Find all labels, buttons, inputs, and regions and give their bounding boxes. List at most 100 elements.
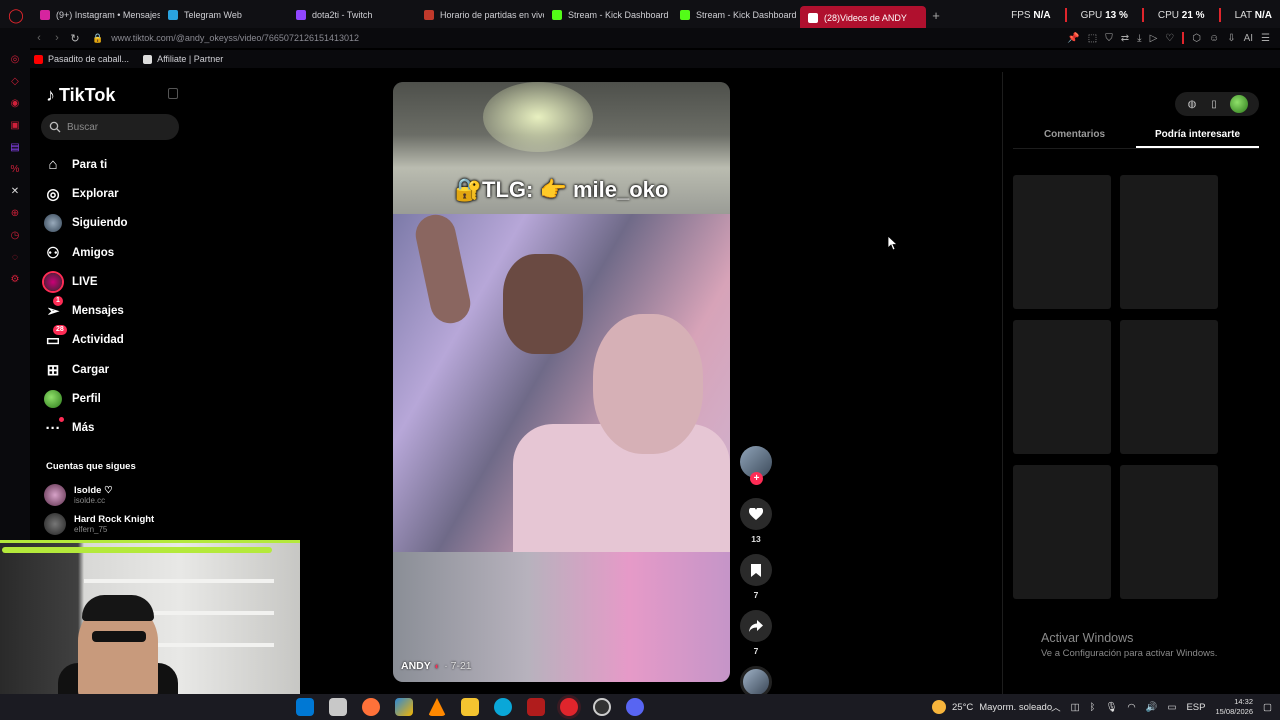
collapse-sidebar-icon[interactable] — [168, 88, 178, 99]
nav-item-cargar[interactable]: ⊞ Cargar — [44, 355, 128, 384]
battery-icon[interactable]: ▭ — [1167, 702, 1176, 713]
video-placeholder[interactable] — [1013, 465, 1111, 599]
snapshot-icon[interactable]: ⬚ — [1088, 33, 1097, 44]
language-indicator[interactable]: ESP — [1186, 702, 1205, 713]
browser-tab[interactable]: Telegram Web — [160, 0, 288, 30]
tab-label: Horario de partidas en vivo — [440, 10, 544, 20]
nav-item-m-s[interactable]: ··· Más — [44, 414, 128, 443]
tab-suggested[interactable]: Podría interesarte — [1136, 124, 1259, 148]
follow-plus-button[interactable]: + — [750, 472, 763, 485]
aria-icon[interactable]: ◎ — [9, 54, 21, 66]
translate-icon[interactable]: ⇄ — [1121, 33, 1129, 44]
browser-tab[interactable]: Stream - Kick Dashboard — [544, 0, 672, 30]
history-icon[interactable]: ◷ — [9, 230, 21, 242]
add-icon[interactable]: ⊕ — [9, 208, 21, 220]
video-placeholder[interactable] — [1013, 175, 1111, 309]
downloads-icon[interactable]: ⇩ — [1227, 33, 1235, 44]
url-field[interactable]: 🔒 www.tiktok.com/@andy_okeyss/video/7665… — [92, 33, 359, 44]
files-icon[interactable] — [329, 698, 347, 716]
nav-item-para-ti[interactable]: ⌂ Para ti — [44, 150, 128, 179]
pin-icon[interactable]: 📌 — [1067, 33, 1079, 44]
coins-icon[interactable]: ◍ — [1186, 98, 1198, 110]
mic-icon[interactable]: 🎙 — [1105, 702, 1117, 713]
copilot-icon[interactable] — [395, 698, 413, 716]
x-icon[interactable]: ✕ — [9, 186, 21, 198]
video-actions: + 13 7 7 — [740, 446, 774, 698]
bookmark-item[interactable]: Pasadito de caball... — [34, 54, 129, 64]
save-button[interactable] — [740, 554, 772, 586]
search-box — [41, 114, 179, 140]
volume-icon[interactable]: 🔊 — [1146, 702, 1158, 713]
search-input[interactable] — [67, 121, 167, 133]
play-icon[interactable]: ▷ — [1150, 33, 1158, 44]
shield-icon[interactable]: ⛉ — [1105, 33, 1113, 44]
bookmark-icon[interactable]: ◇ — [9, 76, 21, 88]
messenger-icon[interactable]: ◉ — [9, 98, 21, 110]
notifications-icon[interactable]: ▢ — [1263, 702, 1272, 713]
back-button[interactable]: ‹ — [30, 32, 48, 44]
aria-ai-button[interactable]: AI — [1244, 33, 1253, 44]
nav-item-actividad[interactable]: ▭ 28 Actividad — [44, 325, 128, 355]
settings-icon[interactable]: ⚙ — [9, 274, 21, 286]
browser-tab[interactable]: Horario de partidas en vivo — [416, 0, 544, 30]
nav-item-siguiendo[interactable]: Siguiendo — [44, 209, 128, 238]
firefox-icon[interactable] — [362, 698, 380, 716]
forward-button[interactable]: › — [48, 32, 66, 44]
account-icon[interactable]: ☺ — [1209, 33, 1219, 44]
download-icon[interactable]: ⤓ — [1137, 33, 1141, 44]
downloads-sidebar-icon[interactable]: ◌ — [9, 252, 21, 264]
device-icon[interactable]: ▯ — [1208, 98, 1220, 110]
save-count: 7 — [753, 590, 759, 600]
tiktok-logo[interactable]: ♪ TikTok — [46, 85, 115, 106]
clock[interactable]: 14:32 15/08/2026 — [1215, 697, 1253, 717]
tab-comments[interactable]: Comentarios — [1013, 124, 1136, 148]
nav-item-amigos[interactable]: ⚇ Amigos — [44, 238, 128, 267]
video-player[interactable]: 🔐TLG: 👉 mile_oko ANDY ◐ · 7-21 — [393, 82, 730, 682]
tray-chevron-icon[interactable]: ︿ — [1051, 700, 1061, 714]
vlc-icon[interactable] — [428, 698, 446, 716]
outlook-icon[interactable] — [296, 698, 314, 716]
following-account[interactable]: Hard Rock Knight elfern_75 — [44, 513, 154, 535]
menu-icon[interactable]: ☰ — [1261, 33, 1270, 44]
new-tab-button[interactable]: + — [926, 8, 946, 23]
bookmark-item[interactable]: Affiliate | Partner — [143, 54, 223, 64]
nav-item-mensajes[interactable]: ➢ 1 Mensajes — [44, 296, 128, 325]
nav-item-label: Cargar — [72, 363, 110, 376]
video-placeholder[interactable] — [1013, 320, 1111, 454]
twitch-icon[interactable]: ▤ — [9, 142, 21, 154]
edge-icon[interactable] — [494, 698, 512, 716]
video-placeholder[interactable] — [1120, 465, 1218, 599]
opera-menu-icon[interactable]: ◯ — [0, 0, 32, 30]
extensions-icon[interactable]: ⬡ — [1192, 33, 1201, 44]
obs-icon[interactable] — [593, 698, 611, 716]
opera-gx-icon[interactable] — [560, 698, 578, 716]
wifi-icon[interactable]: ◠ — [1127, 702, 1135, 713]
profile-avatar[interactable] — [1230, 95, 1248, 113]
video-placeholder[interactable] — [1120, 320, 1218, 454]
like-button[interactable] — [740, 498, 772, 530]
browser-tab[interactable]: (9+) Instagram • Mensajes — [32, 0, 160, 30]
heart-icon[interactable]: ♡ — [1165, 33, 1174, 44]
browser-tab[interactable]: Stream - Kick Dashboard — [672, 0, 800, 30]
lips-emoji-icon: ◐ — [434, 661, 441, 671]
file-explorer-icon[interactable] — [461, 698, 479, 716]
video-placeholder[interactable] — [1120, 175, 1218, 309]
nav-item-live[interactable]: LIVE — [44, 267, 128, 296]
author-avatar[interactable]: + — [740, 446, 772, 485]
discord-icon[interactable] — [626, 698, 644, 716]
network-icon[interactable]: ◫ — [1071, 702, 1080, 713]
video-author[interactable]: ANDY — [401, 660, 431, 672]
following-account[interactable]: Isolde ♡ isolde.cc — [44, 484, 113, 506]
nav-item-perfil[interactable]: Perfil — [44, 384, 128, 413]
bluetooth-icon[interactable]: ᛒ — [1090, 702, 1096, 713]
weather-widget[interactable]: 25°C Mayorm. soleado — [932, 694, 1052, 720]
reload-button[interactable]: ↻ — [66, 32, 84, 45]
video-date: · 7-21 — [444, 660, 472, 672]
browser-tab[interactable]: dota2ti - Twitch — [288, 0, 416, 30]
dota-icon[interactable] — [527, 698, 545, 716]
share-button[interactable] — [740, 610, 772, 642]
percent-icon[interactable]: % — [9, 164, 21, 176]
browser-tab[interactable]: (28)Videos de ANDY — [800, 6, 926, 30]
news-icon[interactable]: ▣ — [9, 120, 21, 132]
nav-item-explorar[interactable]: ◎ Explorar — [44, 179, 128, 208]
